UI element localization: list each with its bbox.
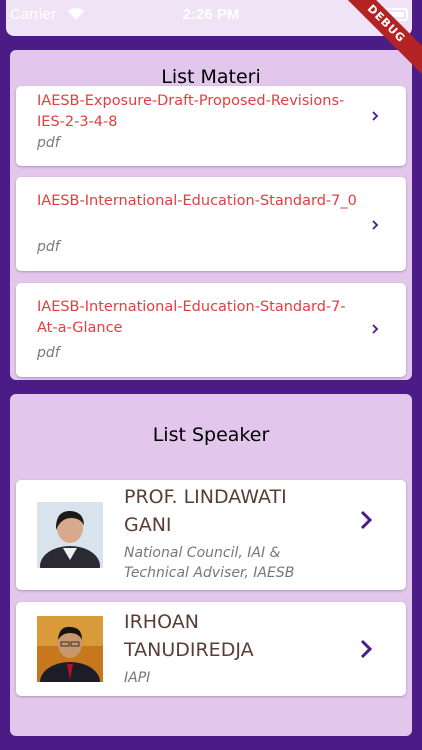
- materi-item[interactable]: IAESB-Exposure-Draft-Proposed-Revisions-…: [16, 86, 406, 166]
- chevron-right-icon: [372, 324, 379, 334]
- speaker-name: PROF. LINDAWATI GANI: [124, 486, 287, 536]
- bottom-bar: [0, 740, 422, 750]
- materi-item-name: IAESB-International-Education-Standard-7…: [37, 299, 346, 336]
- chevron-right-icon: [372, 220, 379, 230]
- materi-item[interactable]: IAESB-International-Education-Standard-7…: [16, 177, 406, 271]
- speaker-panel: List Speaker PROF. LINDAWATI GANI Nation…: [10, 394, 412, 736]
- speaker-item[interactable]: PROF. LINDAWATI GANI National Council, I…: [16, 480, 406, 590]
- materi-item-type: pdf: [37, 239, 60, 255]
- materi-title: List Materi: [161, 66, 261, 88]
- speaker-title: List Speaker: [152, 424, 270, 446]
- materi-item-name: IAESB-Exposure-Draft-Proposed-Revisions-…: [37, 93, 345, 130]
- speaker-role: IAPI: [124, 670, 151, 686]
- speaker-photo: [37, 502, 103, 568]
- materi-item-type: pdf: [37, 345, 60, 361]
- chevron-right-icon: [360, 510, 373, 530]
- speaker-item[interactable]: IRHOAN TANUDIREDJA IAPI: [16, 602, 406, 696]
- materi-item[interactable]: IAESB-International-Education-Standard-7…: [16, 283, 406, 377]
- speaker-role: National Council, IAI & Technical Advise…: [124, 545, 295, 581]
- materi-panel: List Materi IAESB-Exposure-Draft-Propose…: [10, 50, 412, 380]
- speaker-photo: [37, 616, 103, 682]
- chevron-right-icon: [372, 111, 379, 121]
- chevron-right-icon: [360, 639, 373, 659]
- speaker-name: IRHOAN TANUDIREDJA: [124, 611, 254, 661]
- materi-item-name: IAESB-International-Education-Standard-7…: [37, 193, 357, 209]
- materi-item-type: pdf: [37, 135, 60, 151]
